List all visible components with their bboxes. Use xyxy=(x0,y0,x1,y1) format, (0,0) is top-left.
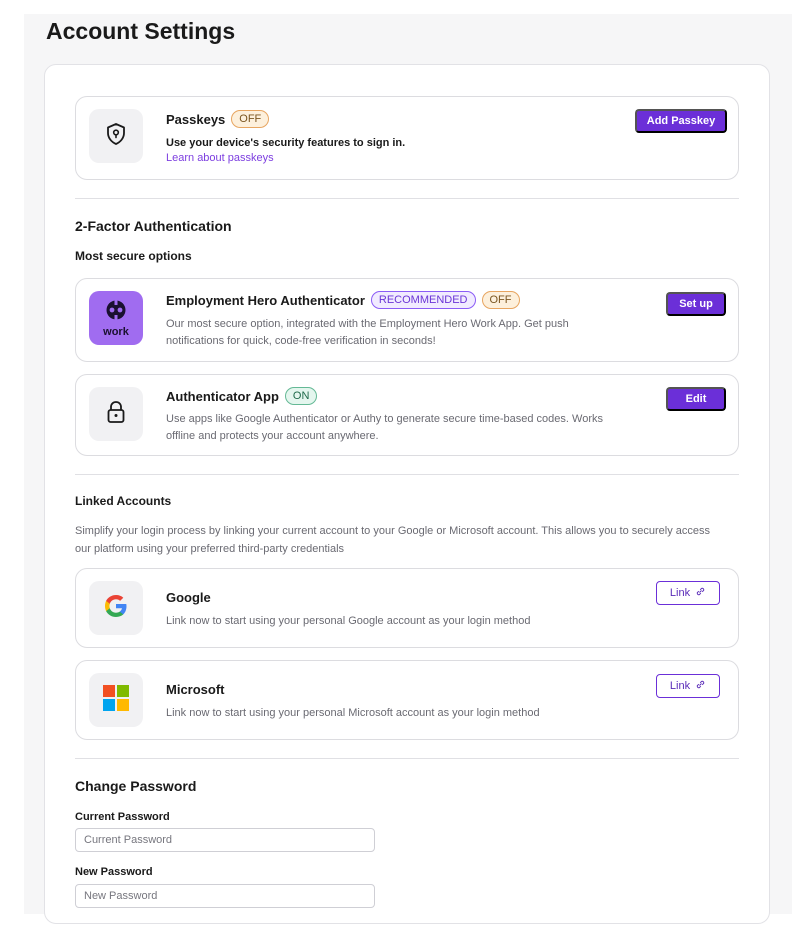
passkeys-description: Use your device's security features to s… xyxy=(166,137,406,149)
recommended-badge: RECOMMENDED xyxy=(370,291,476,309)
passkeys-icon-tile xyxy=(89,109,143,163)
status-badge: ON xyxy=(284,387,318,405)
status-badge: OFF xyxy=(231,110,270,128)
padlock-icon xyxy=(106,400,126,429)
eh-authenticator-title-row: Employment Hero Authenticator RECOMMENDE… xyxy=(166,291,520,309)
google-description: Link now to start using your personal Go… xyxy=(166,615,531,627)
authenticator-app-title-row: Authenticator App ON xyxy=(166,387,318,405)
microsoft-description: Link now to start using your personal Mi… xyxy=(166,707,540,719)
link-label: Link xyxy=(669,680,691,692)
linked-accounts-description: Simplify your login process by linking y… xyxy=(75,522,743,558)
most-secure-options-title: Most secure options xyxy=(75,249,192,263)
linked-accounts-title: Linked Accounts xyxy=(75,494,172,508)
passkeys-title: Passkeys xyxy=(166,111,226,127)
shield-keyhole-icon xyxy=(105,122,127,151)
microsoft-icon-tile xyxy=(89,673,143,727)
google-logo-icon xyxy=(103,593,129,624)
link-chain-icon xyxy=(695,679,706,693)
authenticator-app-description: Use apps like Google Authenticator or Au… xyxy=(166,411,603,445)
change-password-title: Change Password xyxy=(75,778,197,794)
divider xyxy=(75,474,739,475)
link-label: Link xyxy=(669,587,691,599)
eh-authenticator-title: Employment Hero Authenticator xyxy=(166,292,365,308)
description-line: Use apps like Google Authenticator or Au… xyxy=(166,413,603,425)
eh-authenticator-card: work Employment Hero Authenticator RECOM… xyxy=(75,278,739,362)
microsoft-logo-icon xyxy=(103,684,129,716)
authenticator-icon-tile xyxy=(89,387,143,441)
two-factor-title: 2-Factor Authentication xyxy=(75,218,232,234)
google-card: Google Link now to start using your pers… xyxy=(75,568,739,648)
description-line: Simplify your login process by linking y… xyxy=(75,525,711,537)
link-google-button[interactable]: Link xyxy=(656,581,720,605)
description-line: notifications for quick, code-free verif… xyxy=(166,335,436,347)
eh-logo-text: work xyxy=(103,325,129,338)
new-password-label: New Password xyxy=(75,866,153,878)
edit-button[interactable]: Edit xyxy=(666,387,726,411)
set-up-button[interactable]: Set up xyxy=(666,292,726,316)
status-badge: OFF xyxy=(481,291,520,309)
divider xyxy=(75,758,739,759)
eh-logo-icon xyxy=(105,299,127,326)
add-passkey-button[interactable]: Add Passkey xyxy=(635,109,727,133)
authenticator-app-card: Authenticator App ON Use apps like Googl… xyxy=(75,374,739,456)
description-line: our platform using your preferred third-… xyxy=(75,543,345,555)
eh-authenticator-description: Our most secure option, integrated with … xyxy=(166,316,569,350)
microsoft-card: Microsoft Link now to start using your p… xyxy=(75,660,739,740)
microsoft-title: Microsoft xyxy=(166,682,225,697)
description-line: offline and protects your account anywhe… xyxy=(166,430,379,442)
authenticator-app-title: Authenticator App xyxy=(166,388,279,404)
current-password-label: Current Password xyxy=(75,811,170,823)
google-icon-tile xyxy=(89,581,143,635)
passkeys-card: Passkeys OFF Use your device's security … xyxy=(75,96,739,180)
new-password-input[interactable] xyxy=(75,884,375,908)
link-microsoft-button[interactable]: Link xyxy=(656,674,720,698)
eh-work-logo: work xyxy=(89,291,143,345)
divider xyxy=(75,198,739,199)
google-title: Google xyxy=(166,590,211,605)
link-chain-icon xyxy=(695,586,706,600)
passkeys-title-row: Passkeys OFF xyxy=(166,110,270,128)
learn-about-passkeys-link[interactable]: Learn about passkeys xyxy=(166,152,274,164)
page-title: Account Settings xyxy=(46,18,236,44)
description-line: Our most secure option, integrated with … xyxy=(166,318,569,330)
current-password-input[interactable] xyxy=(75,828,375,852)
